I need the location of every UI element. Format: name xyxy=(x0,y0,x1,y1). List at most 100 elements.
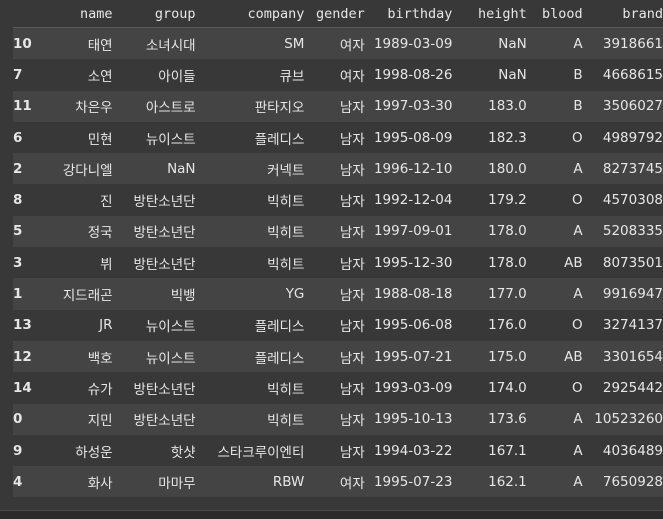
header-name: name xyxy=(38,0,113,28)
cell-height: 174.0 xyxy=(488,379,527,396)
cell-company: 빅히트 xyxy=(267,381,305,398)
row-index: 11 xyxy=(13,98,32,115)
dataframe-table: name group company gender birthday heigh… xyxy=(13,0,663,498)
cell-birthday: 1992-12-04 xyxy=(373,192,453,209)
cell-group: NaN xyxy=(167,160,196,177)
cell-company: 판타지오 xyxy=(254,100,305,117)
table-row: 0 지민 방탄소년단 빅히트 남자 1995-10-13 173.6 A 10523260 xyxy=(13,403,663,435)
cell-brand: 4668615 xyxy=(602,66,663,83)
cell-brand: 5208335 xyxy=(602,223,663,240)
cell-gender: 남자 xyxy=(339,381,365,398)
cell-birthday: 1996-12-10 xyxy=(373,160,453,177)
row-index: 13 xyxy=(13,317,32,334)
cell-gender: 남자 xyxy=(339,100,365,117)
header-gender: gender xyxy=(304,0,365,28)
cell-company: 플레디스 xyxy=(254,319,305,336)
cell-height: 175.0 xyxy=(488,348,527,365)
cell-brand: 2925442 xyxy=(602,379,663,396)
cell-height: 173.6 xyxy=(488,411,527,428)
cell-group: 핫샷 xyxy=(170,444,196,461)
cell-company: 빅히트 xyxy=(267,225,305,242)
cell-name: 태연 xyxy=(87,37,113,54)
cell-gender: 남자 xyxy=(339,225,365,242)
table-row: 9 하성운 핫샷 스타크루이엔티 남자 1994-03-22 167.1 A 4036489 xyxy=(13,434,663,467)
cell-company: 커넥트 xyxy=(267,162,305,179)
cell-gender: 여자 xyxy=(339,37,365,54)
row-index: 10 xyxy=(13,35,32,52)
table-row: 2 강다니엘 NaN 커넥트 남자 1996-12-10 180.0 A 8273745 xyxy=(13,153,663,185)
cell-gender: 남자 xyxy=(339,131,365,148)
cell-birthday: 1994-03-22 xyxy=(373,442,453,459)
cell-height: 182.3 xyxy=(488,129,527,146)
cell-height: NaN xyxy=(498,35,527,52)
cell-name: JR xyxy=(99,317,113,334)
table-row: 7 소연 아이들 큐브 여자 1998-08-26 NaN B 4668615 xyxy=(13,59,663,91)
cell-gender: 남자 xyxy=(339,444,365,461)
cell-company: 플레디스 xyxy=(254,350,305,367)
cell-blood: A xyxy=(573,473,583,490)
cell-company: 큐브 xyxy=(279,68,305,85)
row-index: 6 xyxy=(13,129,23,146)
cell-blood: A xyxy=(573,223,583,240)
table-row: 1 지드래곤 빅뱅 YG 남자 1988-08-18 177.0 A 9916947 xyxy=(13,278,663,310)
cell-company: SM xyxy=(284,35,305,52)
cell-birthday: 1995-07-21 xyxy=(373,348,453,365)
cell-group: 마마무 xyxy=(158,475,196,492)
cell-height: 178.0 xyxy=(488,223,527,240)
cell-gender: 남자 xyxy=(339,350,365,367)
cell-birthday: 1997-03-30 xyxy=(373,98,453,115)
cell-gender: 남자 xyxy=(339,413,365,430)
table-row: 4 화사 마마무 RBW 여자 1995-07-23 162.1 A 7650928 xyxy=(13,466,663,498)
cell-height: 176.0 xyxy=(488,317,527,334)
cell-height: 180.0 xyxy=(488,160,527,177)
horizontal-scrollbar[interactable] xyxy=(0,510,663,519)
row-index: 8 xyxy=(13,192,23,209)
cell-birthday: 1995-12-30 xyxy=(373,254,453,271)
cell-brand: 3506027 xyxy=(602,98,663,115)
cell-blood: O xyxy=(571,192,583,209)
cell-birthday: 1995-07-23 xyxy=(373,473,453,490)
table-row: 11 차은우 아스트로 판타지오 남자 1997-03-30 183.0 B 3506027 xyxy=(13,90,663,122)
cell-gender: 남자 xyxy=(339,288,365,305)
header-group: group xyxy=(112,0,196,28)
cell-height: 178.0 xyxy=(488,254,527,271)
cell-group: 방탄소년단 xyxy=(133,225,196,242)
table-row: 8 진 방탄소년단 빅히트 남자 1992-12-04 179.2 O 4570308 xyxy=(13,184,663,216)
cell-brand: 9916947 xyxy=(602,286,663,303)
cell-company: RBW xyxy=(272,473,305,490)
cell-company: 스타크루이엔티 xyxy=(217,444,305,461)
header-birthday: birthday xyxy=(364,0,453,28)
cell-gender: 여자 xyxy=(339,68,365,85)
cell-brand: 3301654 xyxy=(602,348,663,365)
cell-gender: 여자 xyxy=(339,475,365,492)
cell-name: 하성운 xyxy=(75,444,113,461)
header-index xyxy=(13,0,39,28)
cell-blood: A xyxy=(573,411,583,428)
cell-group: 아스트로 xyxy=(145,100,196,117)
cell-blood: O xyxy=(571,129,583,146)
row-index: 14 xyxy=(13,379,32,396)
table-body: 10 태연 소녀시대 SM 여자 1989-03-09 NaN A 3918661 7 소연 아이들 큐… xyxy=(13,27,663,498)
cell-brand: 3918661 xyxy=(602,35,663,52)
cell-birthday: 1989-03-09 xyxy=(373,35,453,52)
cell-name: 정국 xyxy=(87,225,113,242)
cell-brand: 4989792 xyxy=(602,129,663,146)
cell-company: YG xyxy=(285,286,305,303)
table-row: 14 슈가 방탄소년단 빅히트 남자 1993-03-09 174.0 O 2925442 xyxy=(13,372,663,404)
cell-gender: 남자 xyxy=(339,256,365,273)
cell-blood: A xyxy=(573,35,583,52)
cell-birthday: 1997-09-01 xyxy=(373,223,453,240)
cell-name: 차은우 xyxy=(75,100,113,117)
cell-name: 슈가 xyxy=(87,381,113,398)
cell-height: 177.0 xyxy=(488,286,527,303)
cell-birthday: 1998-08-26 xyxy=(373,66,453,83)
row-index: 2 xyxy=(13,160,23,177)
cell-company: 빅히트 xyxy=(267,256,305,273)
row-index: 5 xyxy=(13,223,23,240)
cell-group: 아이들 xyxy=(158,68,196,85)
table-row: 13 JR 뉴이스트 플레디스 남자 1995-06-08 176.0 O 3274137 xyxy=(13,309,663,341)
cell-name: 지민 xyxy=(87,413,113,430)
row-index: 9 xyxy=(13,442,23,459)
cell-company: 빅히트 xyxy=(267,413,305,430)
header-row: name group company gender birthday heigh… xyxy=(13,0,663,28)
